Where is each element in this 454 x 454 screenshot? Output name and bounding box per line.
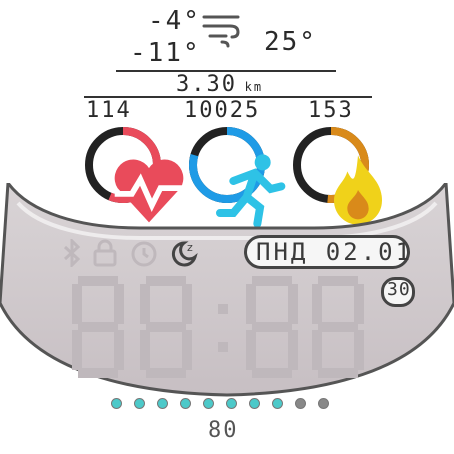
temp-high: -4°	[148, 6, 201, 36]
lock-icon	[92, 239, 118, 271]
steps-value: 10025	[184, 98, 261, 123]
battery-dot	[272, 398, 283, 409]
battery-level: 80	[208, 418, 239, 443]
watch-face: -4° -11° 25° 3.30 km 114 10025 153 z ПНД…	[0, 0, 454, 454]
temp-current: 25°	[264, 27, 317, 57]
battery-dot	[111, 398, 122, 409]
sleep-icon: z	[170, 239, 200, 271]
date-text: ПНД 02.01	[256, 238, 414, 266]
heart-rate-value: 114	[86, 98, 132, 123]
alarm-icon	[130, 239, 158, 271]
distance-unit: km	[244, 80, 264, 94]
wind-icon	[200, 12, 246, 50]
running-icon	[212, 149, 286, 228]
svg-text:z: z	[187, 241, 193, 254]
day-text: 30	[387, 279, 411, 300]
time-colon	[218, 342, 228, 352]
battery-dots	[111, 398, 329, 409]
battery-dot	[226, 398, 237, 409]
battery-dot	[295, 398, 306, 409]
flame-icon	[318, 150, 382, 225]
heart-icon	[109, 151, 184, 223]
bluetooth-icon	[62, 237, 82, 271]
calories-value: 153	[308, 98, 354, 123]
distance-value: 3.30	[176, 72, 237, 97]
distance: 3.30 km	[176, 72, 265, 97]
battery-dot	[180, 398, 191, 409]
temp-low: -11°	[130, 38, 201, 68]
battery-dot	[318, 398, 329, 409]
time-digit	[246, 276, 298, 378]
battery-dot	[203, 398, 214, 409]
time-digit	[312, 276, 364, 378]
time-digit	[72, 276, 124, 378]
time-digit	[140, 276, 192, 378]
battery-dot	[249, 398, 260, 409]
battery-dot	[157, 398, 168, 409]
time-colon	[218, 304, 228, 314]
battery-dot	[134, 398, 145, 409]
